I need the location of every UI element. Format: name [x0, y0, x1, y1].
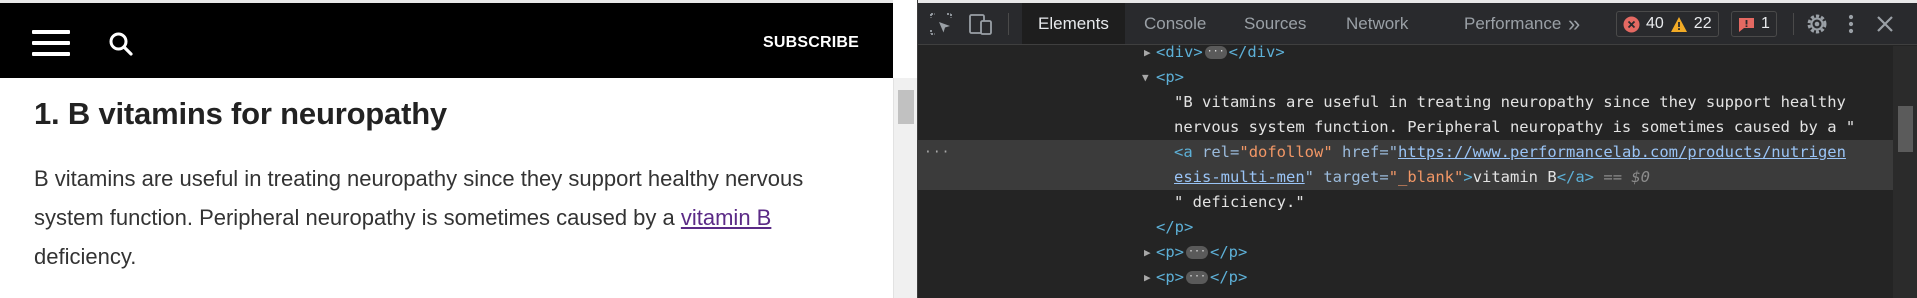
- tab-console[interactable]: Console: [1128, 3, 1222, 44]
- tag-a-gt: >: [1463, 168, 1473, 186]
- errors-count: 40: [1646, 15, 1664, 32]
- dom-node-p-collapsed[interactable]: ▶ <p> ··· </p>: [918, 240, 1893, 265]
- attr-rel: rel: [1202, 143, 1231, 161]
- toolbar-separator: [1793, 13, 1794, 35]
- site-header: SUBSCRIBE: [0, 3, 893, 78]
- dom-text-node[interactable]: "B vitamins are useful in treating neuro…: [918, 90, 1893, 115]
- elements-scrollbar-thumb[interactable]: [1898, 106, 1913, 152]
- article-paragraph: B vitamins are useful in treating neurop…: [34, 159, 864, 276]
- inspect-element-icon[interactable]: [928, 11, 954, 37]
- expand-arrow-icon[interactable]: ▶: [1144, 240, 1151, 265]
- expand-arrow-icon[interactable]: ▶: [1144, 265, 1151, 290]
- tag-p-open: <p>: [1156, 268, 1184, 286]
- dom-node-a-selected[interactable]: ··· <a rel="dofollow" href="https://www.…: [918, 140, 1893, 190]
- warning-icon: [1670, 16, 1688, 33]
- subscribe-button[interactable]: SUBSCRIBE: [763, 34, 859, 52]
- tag-a-close: </a>: [1556, 168, 1595, 186]
- collapse-arrow-icon[interactable]: ▼: [1142, 65, 1149, 90]
- vitamin-b-link[interactable]: vitamin B: [681, 205, 771, 230]
- more-tabs-button[interactable]: »: [1568, 3, 1580, 44]
- tab-elements[interactable]: Elements: [1022, 3, 1125, 44]
- tag-div-close: </div>: [1228, 43, 1285, 61]
- dom-node-p[interactable]: ▼ <p>: [918, 65, 1893, 90]
- collapsed-ellipsis[interactable]: ···: [1186, 246, 1208, 259]
- tag-p-open: <p>: [1156, 68, 1184, 86]
- expand-arrow-icon[interactable]: ▶: [1144, 40, 1151, 65]
- search-icon[interactable]: [108, 31, 134, 57]
- selected-node-marker: == $0: [1603, 168, 1651, 186]
- web-page: SUBSCRIBE 1. B vitamins for neuropathy B…: [0, 0, 893, 298]
- dom-text-node-2[interactable]: " deficiency.": [918, 190, 1893, 215]
- article-content: 1. B vitamins for neuropathy B vitamins …: [34, 78, 864, 276]
- tab-performance[interactable]: Performance: [1448, 3, 1577, 44]
- attr-href: href: [1342, 143, 1380, 161]
- close-icon[interactable]: [1872, 11, 1898, 37]
- toolbar-separator: [1008, 13, 1009, 35]
- tag-p-close: </p>: [1210, 268, 1248, 286]
- dom-node-p-close[interactable]: </p>: [918, 215, 1893, 240]
- text-node-line1: "B vitamins are useful in treating neuro…: [1174, 93, 1846, 111]
- device-toolbar-icon[interactable]: [968, 11, 994, 37]
- attr-href-eq: =": [1379, 143, 1399, 161]
- hamburger-icon[interactable]: [32, 30, 72, 58]
- attr-target-value: "_blank": [1388, 168, 1464, 186]
- devtools-toolbar: Elements Console Sources Network Perform…: [918, 3, 1917, 45]
- dom-node-div[interactable]: ▶ <div> ··· </div>: [918, 40, 1893, 65]
- a-text: vitamin B: [1472, 168, 1557, 186]
- gear-icon[interactable]: [1804, 11, 1830, 37]
- tag-a-open: <a: [1174, 143, 1193, 161]
- tab-network[interactable]: Network: [1330, 3, 1424, 44]
- collapsed-ellipsis[interactable]: ···: [1186, 271, 1208, 284]
- attr-target: target: [1323, 168, 1380, 186]
- section-heading: 1. B vitamins for neuropathy: [34, 96, 447, 131]
- dom-node-p-collapsed[interactable]: ▶ <p> ··· </p>: [918, 265, 1893, 290]
- page-scrollbar[interactable]: [893, 78, 917, 298]
- href-link-line2[interactable]: esis-multi-men: [1174, 168, 1305, 186]
- error-warning-counter[interactable]: 40 22: [1616, 11, 1719, 37]
- text-node-line2: nervous system function. Peripheral neur…: [1174, 118, 1856, 136]
- vertical-dots-icon[interactable]: [1838, 11, 1864, 37]
- paragraph-text-end: deficiency.: [34, 244, 137, 269]
- attr-href-endquote: ": [1304, 168, 1314, 186]
- tag-p-open: <p>: [1156, 243, 1184, 261]
- tag-p-close: </p>: [1156, 218, 1194, 236]
- warnings-count: 22: [1693, 15, 1712, 32]
- issues-counter[interactable]: 1: [1731, 11, 1777, 37]
- tag-div-open: <div>: [1156, 43, 1203, 61]
- elements-tree: ▶ <div> ··· </div> ▼ <p> "B vitamins are u…: [918, 43, 1893, 298]
- collapsed-ellipsis[interactable]: ···: [1204, 46, 1227, 59]
- node-actions-dots[interactable]: ···: [924, 140, 950, 165]
- tab-sources[interactable]: Sources: [1228, 3, 1322, 44]
- href-link-line1[interactable]: https://www.performancelab.com/products/…: [1398, 143, 1846, 161]
- devtools-panel: Elements Console Sources Network Perform…: [917, 0, 1917, 298]
- error-icon: [1623, 16, 1640, 33]
- tag-p-close: </p>: [1210, 243, 1248, 261]
- issue-icon: [1738, 16, 1755, 33]
- page-scrollbar-thumb[interactable]: [898, 90, 914, 124]
- issues-count: 1: [1761, 15, 1770, 32]
- attr-rel-value: "dofollow": [1239, 143, 1333, 161]
- elements-scrollbar[interactable]: [1893, 46, 1917, 298]
- dom-text-node-cont[interactable]: nervous system function. Peripheral neur…: [918, 115, 1893, 140]
- text-node-deficiency: " deficiency.": [1174, 193, 1305, 211]
